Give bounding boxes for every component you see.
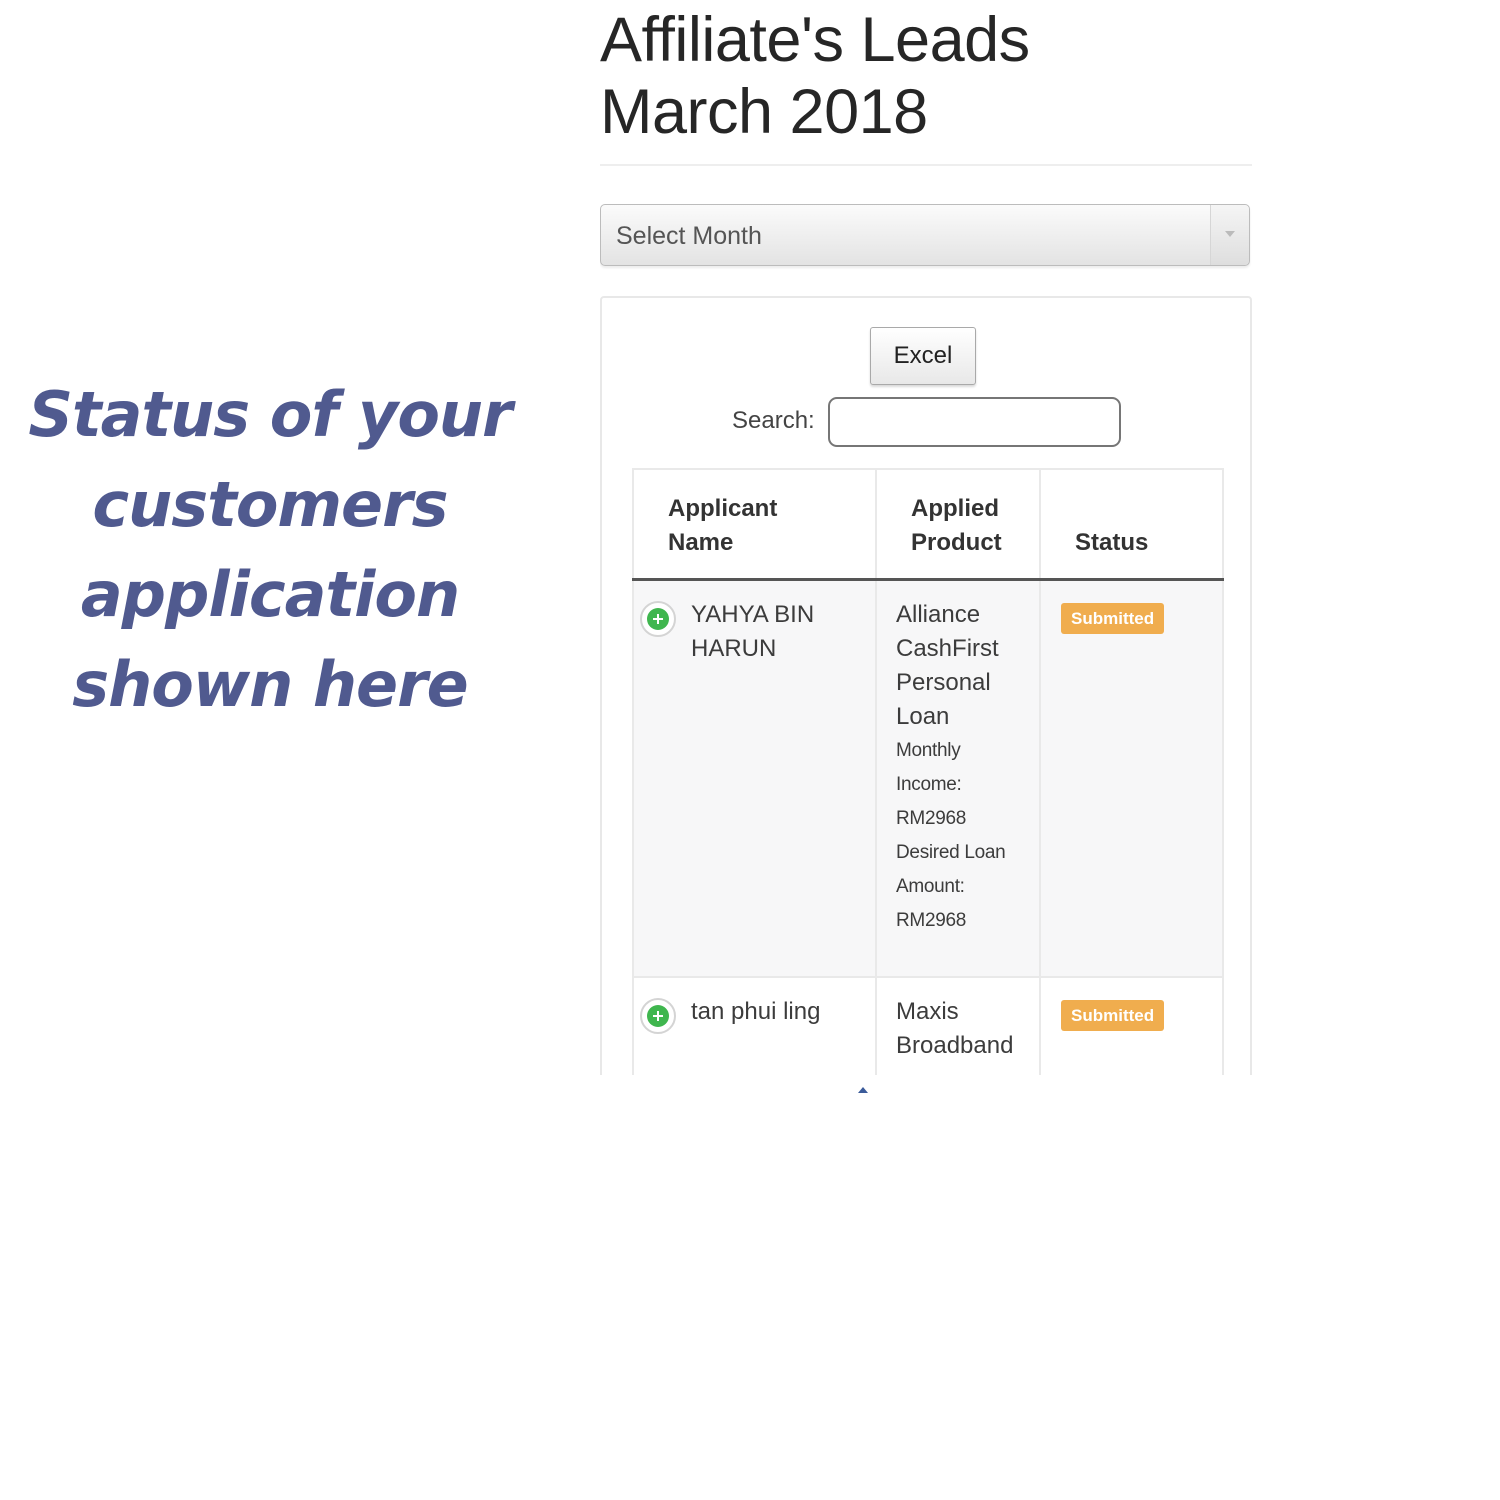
product-name-line: Alliance <box>896 601 981 628</box>
header-label: Status <box>1075 529 1149 556</box>
applied-product-cell: Maxis Broadband <box>875 976 1041 1075</box>
applicant-name-line: YAHYA BIN <box>691 601 815 628</box>
product-name-line: Loan <box>896 703 950 730</box>
page-title-line: Affiliate's Leads <box>600 5 1030 75</box>
product-detail-line: Income: <box>896 774 962 795</box>
product-detail-line: Monthly <box>896 740 961 761</box>
caption-line: Status of your <box>28 378 512 451</box>
header-label: Applicant <box>668 495 778 522</box>
status-badge: Submitted <box>1061 603 1165 634</box>
table-row: tan phui ling Maxis Broadband Submitted <box>632 976 1224 1075</box>
product-detail-line: Amount: <box>896 876 965 897</box>
search-label: Search: <box>732 407 815 434</box>
search-input[interactable] <box>828 397 1121 447</box>
caption-line: shown here <box>72 648 468 721</box>
column-header-status[interactable]: Status <box>1039 468 1224 581</box>
caption-text: Status of your customers application sho… <box>20 370 520 730</box>
applicant-name-cell: tan phui ling <box>632 976 877 1075</box>
month-select-toggle[interactable] <box>1210 205 1249 265</box>
table-header-row: Applicant Name Applied Product Status <box>632 468 1224 581</box>
plus-circle-icon[interactable] <box>640 601 676 637</box>
title-divider <box>600 164 1252 166</box>
header-label: Applied <box>911 495 999 522</box>
caret-up-icon <box>858 1087 868 1093</box>
column-header-applicant-name[interactable]: Applicant Name <box>632 468 877 581</box>
status-cell: Submitted <box>1039 578 1224 978</box>
month-select[interactable]: Select Month <box>600 204 1250 266</box>
status-badge: Submitted <box>1061 1000 1165 1031</box>
product-detail-line: RM2968 <box>896 910 967 931</box>
product-detail-line: Desired Loan <box>896 842 1006 863</box>
product-name-line: Broadband <box>896 1032 1014 1059</box>
month-select-value: Select Month <box>616 222 762 250</box>
applicant-name-cell: YAHYA BIN HARUN <box>632 578 877 978</box>
page-title: Affiliate's Leads March 2018 <box>600 0 1252 148</box>
product-name-line: Maxis <box>896 998 959 1025</box>
leads-screenshot: Affiliate's Leads March 2018 Select Mont… <box>600 0 1252 1075</box>
header-label: Product <box>911 529 1002 556</box>
excel-export-button[interactable]: Excel <box>870 327 976 385</box>
applicant-name-line: HARUN <box>691 635 777 662</box>
product-name-line: CashFirst <box>896 635 999 662</box>
chevron-down-icon <box>1225 231 1235 237</box>
status-cell: Submitted <box>1039 976 1224 1075</box>
caption-line: application <box>80 558 460 631</box>
applicant-name-line: tan phui ling <box>691 998 821 1025</box>
caption-line: customers <box>92 468 448 541</box>
plus-circle-icon[interactable] <box>640 998 676 1034</box>
page-title-line: March 2018 <box>600 77 928 147</box>
applied-product-cell: Alliance CashFirst Personal Loan Monthly… <box>875 578 1041 978</box>
product-detail-line: RM2968 <box>896 808 967 829</box>
column-header-applied-product[interactable]: Applied Product <box>875 468 1041 581</box>
table-row: YAHYA BIN HARUN Alliance CashFirst Perso… <box>632 578 1224 978</box>
leads-panel: Excel Search: Applicant Name Applied Pro… <box>600 296 1252 1075</box>
product-name-line: Personal <box>896 669 991 696</box>
header-label: Name <box>668 529 734 556</box>
leads-table: Applicant Name Applied Product Status YA… <box>632 468 1224 1075</box>
